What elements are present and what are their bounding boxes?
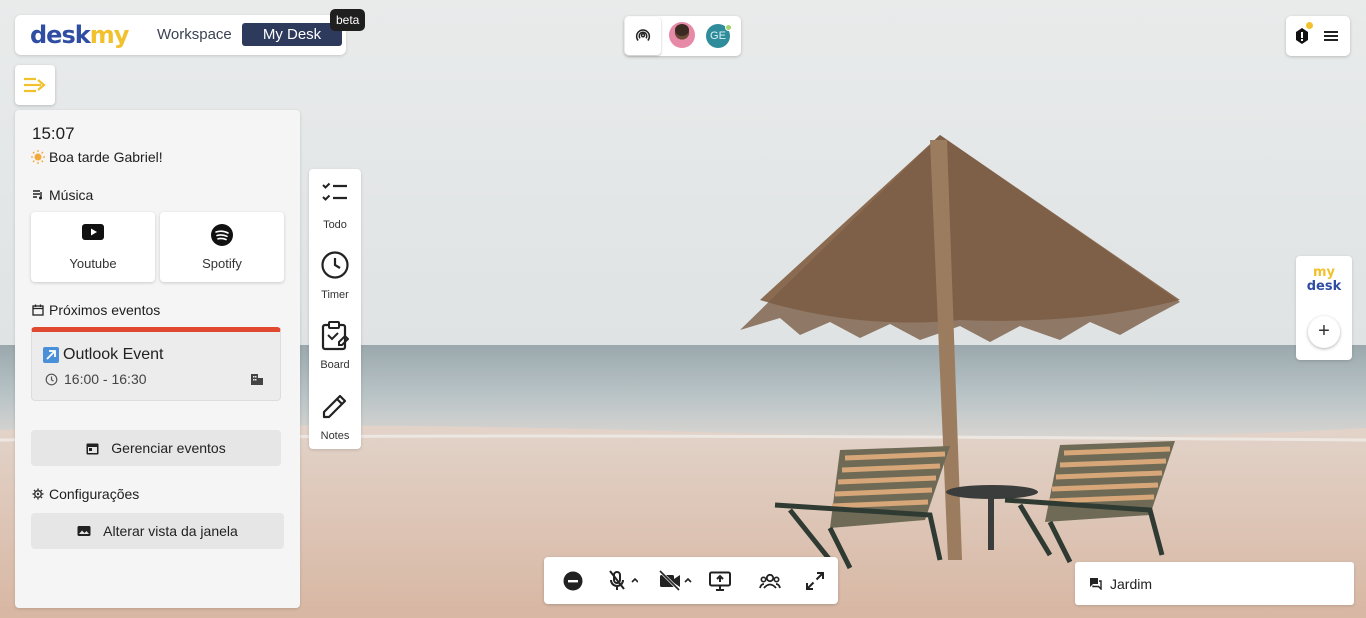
notification-dot (1306, 22, 1313, 29)
minus-circle-icon (563, 571, 583, 591)
mic-off-icon (609, 570, 638, 590)
sidebar-panel: 15:07 Boa tarde Gabriel! Música Youtube … (15, 110, 300, 608)
mute-mic-button[interactable] (608, 569, 638, 593)
checklist-icon (322, 182, 347, 201)
tool-timer[interactable]: Timer (309, 241, 361, 307)
nav-workspace[interactable]: Workspace (149, 23, 240, 46)
building-icon (251, 374, 263, 385)
settings-section-title: Configurações (32, 486, 139, 502)
pencil-icon (322, 394, 347, 419)
add-widget-button[interactable]: + (1308, 316, 1340, 348)
expand-icon (806, 572, 824, 590)
music-section-title: Música (32, 187, 93, 203)
presence-bar: GE (624, 16, 741, 56)
tool-board[interactable]: Board (309, 311, 361, 377)
room-indicator[interactable]: Jardim (1075, 562, 1354, 605)
broadcast-icon (635, 29, 651, 41)
clock-time: 15:07 (32, 124, 75, 143)
room-name: Jardim (1110, 575, 1153, 592)
participants-button[interactable] (759, 569, 781, 593)
events-section-title: Próximos eventos (32, 302, 160, 318)
event-title: Outlook Event (43, 346, 164, 364)
spotify-icon (211, 224, 233, 246)
mydesk-widget: my desk + (1296, 256, 1352, 360)
event-time: 16:00 - 16:30 (45, 371, 147, 387)
tool-todo[interactable]: Todo (309, 171, 361, 237)
change-window-view-button[interactable]: Alterar vista da janela (31, 513, 284, 549)
nav-my-desk[interactable]: My Desk (242, 23, 342, 46)
share-screen-button[interactable] (709, 569, 731, 593)
brand-bar: deskmy Workspace My Desk (15, 15, 346, 55)
image-icon (77, 526, 91, 536)
leave-call-button[interactable] (563, 569, 583, 593)
calendar-icon (32, 304, 44, 316)
deskmy-logo[interactable]: deskmy (30, 21, 129, 49)
sun-icon (31, 150, 45, 164)
avatar[interactable] (669, 22, 695, 48)
broadcast-button[interactable] (625, 17, 661, 55)
event-card[interactable]: Outlook Event 16:00 - 16:30 (31, 327, 281, 401)
youtube-icon (82, 224, 104, 240)
tools-column: Todo Timer Board Notes (309, 169, 361, 449)
people-icon (759, 573, 781, 589)
gear-icon (32, 488, 44, 500)
online-status-dot (725, 24, 732, 31)
screen-share-icon (709, 571, 731, 591)
greeting: Boa tarde Gabriel! (30, 149, 163, 165)
mydesk-mini-logo[interactable]: my desk (1296, 266, 1352, 294)
hamburger-menu-icon[interactable] (1322, 26, 1342, 46)
camera-off-button[interactable] (659, 569, 693, 593)
alert-icon[interactable] (1294, 26, 1310, 46)
arrow-right-icon (24, 77, 46, 93)
call-toolbar (544, 557, 838, 604)
music-list-icon (33, 190, 42, 200)
manage-events-button[interactable]: Gerenciar eventos (31, 430, 281, 466)
spotify-button[interactable]: Spotify (160, 212, 284, 282)
fullscreen-button[interactable] (806, 569, 824, 593)
clipboard-icon (321, 321, 349, 351)
beta-badge: beta (330, 9, 366, 31)
outlook-arrow-icon (43, 347, 59, 363)
clock-small-icon (45, 373, 58, 385)
tool-notes[interactable]: Notes (309, 382, 361, 448)
collapse-sidebar-button[interactable] (15, 65, 55, 105)
calendar-event-icon (86, 443, 99, 454)
youtube-button[interactable]: Youtube (31, 212, 155, 282)
top-right-controls (1286, 16, 1350, 56)
video-off-icon (659, 570, 692, 592)
clock-icon (321, 251, 349, 279)
chat-icon (1090, 578, 1102, 590)
